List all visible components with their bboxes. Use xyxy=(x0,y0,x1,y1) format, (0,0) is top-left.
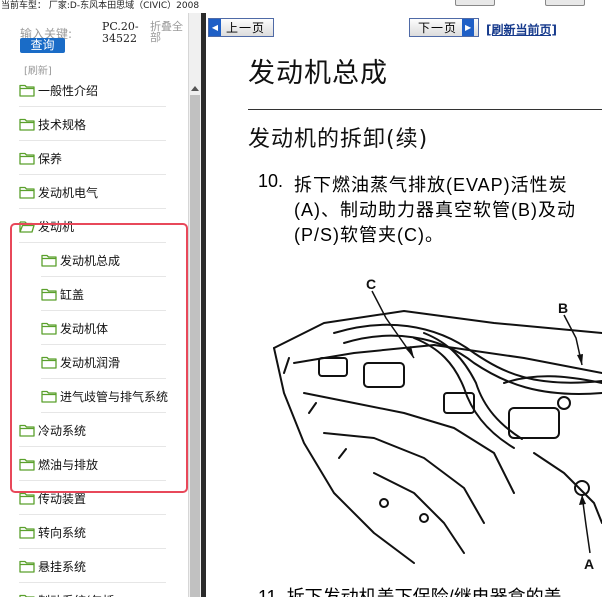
tree-item-separator xyxy=(19,174,166,175)
tree-item-label: 发动机电气 xyxy=(38,186,99,200)
scroll-thumb[interactable] xyxy=(190,95,200,597)
tree-item-label: 悬挂系统 xyxy=(38,560,87,574)
manufacturer-text: 厂家:D-东风本田思域（CIVIC）2008 xyxy=(48,1,200,11)
engine-diagram: C B A xyxy=(273,276,602,572)
left-pane-scrollbar[interactable] xyxy=(188,13,201,597)
collapse-all-link[interactable]: 折叠全部 xyxy=(150,21,188,43)
refresh-page-link[interactable]: [刷新当前页] xyxy=(486,21,557,38)
step-10-number: 10. xyxy=(258,171,284,191)
tree-item-separator xyxy=(19,582,166,583)
tree-item-label: 保养 xyxy=(38,152,63,166)
step-10-line-2: (A)、制动助力器真空软管(B)及动 xyxy=(294,200,576,220)
step-10-line-1: 拆下燃油蒸气排放(EVAP)活性炭 xyxy=(294,175,568,195)
tree-item-label: 转向系统 xyxy=(38,526,87,540)
toolbar-button-stub-1[interactable] xyxy=(455,0,495,6)
vehicle-label: 当前车型： xyxy=(1,1,47,11)
tree-item[interactable]: 制动系统(包括... xyxy=(19,584,166,597)
tree-item[interactable]: 保养 xyxy=(19,142,166,175)
tree-item-label: 制动系统(包括... xyxy=(38,592,126,597)
document-viewer: ◀ 上一页 下一页 ▶ [刷新当前页] 发动机总成 发动机的拆卸(续) 10. … xyxy=(206,13,602,597)
highlight-box xyxy=(10,223,188,493)
query-button[interactable]: 查询 xyxy=(20,38,65,53)
arrow-left-icon: ◀ xyxy=(209,19,221,36)
tree-item-separator xyxy=(19,514,166,515)
toolbar-button-stub-2[interactable] xyxy=(545,0,585,6)
step-10-line-3: (P/S)软管夹(C)。 xyxy=(294,225,444,245)
tree-item-label: 技术规格 xyxy=(38,118,87,132)
section-subtitle: 发动机的拆卸(续) xyxy=(248,127,429,152)
tree-item-separator xyxy=(19,140,166,141)
folder-icon xyxy=(19,560,35,573)
tree-item[interactable]: 技术规格 xyxy=(19,108,166,141)
folder-icon xyxy=(19,118,35,131)
tree-item[interactable]: 一般性介绍 xyxy=(19,74,166,107)
title-divider xyxy=(248,109,602,110)
vehicle-info-bar: 当前车型： 厂家:D-东风本田思域（CIVIC）2008 xyxy=(0,0,602,13)
tree-item-separator xyxy=(19,106,166,107)
next-page-button[interactable]: 下一页 ▶ xyxy=(409,18,479,37)
next-page-label: 下一页 xyxy=(418,21,458,35)
folder-icon xyxy=(19,526,35,539)
navigation-pane: 输入关键: 查询 PC.20-34522 折叠全部 [刷新] 一般性介绍 技术规格… xyxy=(0,13,188,597)
page-title: 发动机总成 xyxy=(248,58,388,89)
tree-item-separator xyxy=(19,548,166,549)
step-11-text: 11. 拆下发动机盖下保险/继电器盒的盖 xyxy=(258,587,562,597)
folder-icon xyxy=(19,152,35,165)
folder-icon xyxy=(19,84,35,97)
folder-icon xyxy=(19,492,35,505)
figure-label-a: A xyxy=(584,556,594,572)
search-area: 输入关键: 查询 PC.20-34522 折叠全部 xyxy=(0,13,188,63)
tree-item-separator xyxy=(19,208,166,209)
tree-item-label: 一般性介绍 xyxy=(38,84,99,98)
figure-label-c: C xyxy=(366,276,376,292)
tree-item[interactable]: 转向系统 xyxy=(19,516,166,549)
figure-label-b: B xyxy=(558,300,568,316)
tree-item[interactable]: 发动机电气 xyxy=(19,176,166,209)
tree-item[interactable]: 悬挂系统 xyxy=(19,550,166,583)
scroll-up-arrow-icon[interactable] xyxy=(189,81,201,95)
folder-icon xyxy=(19,186,35,199)
previous-page-label: 上一页 xyxy=(226,21,266,35)
previous-page-button[interactable]: ◀ 上一页 xyxy=(208,18,274,37)
pc-code-text: PC.20-34522 xyxy=(102,20,139,45)
arrow-right-icon: ▶ xyxy=(462,19,475,36)
